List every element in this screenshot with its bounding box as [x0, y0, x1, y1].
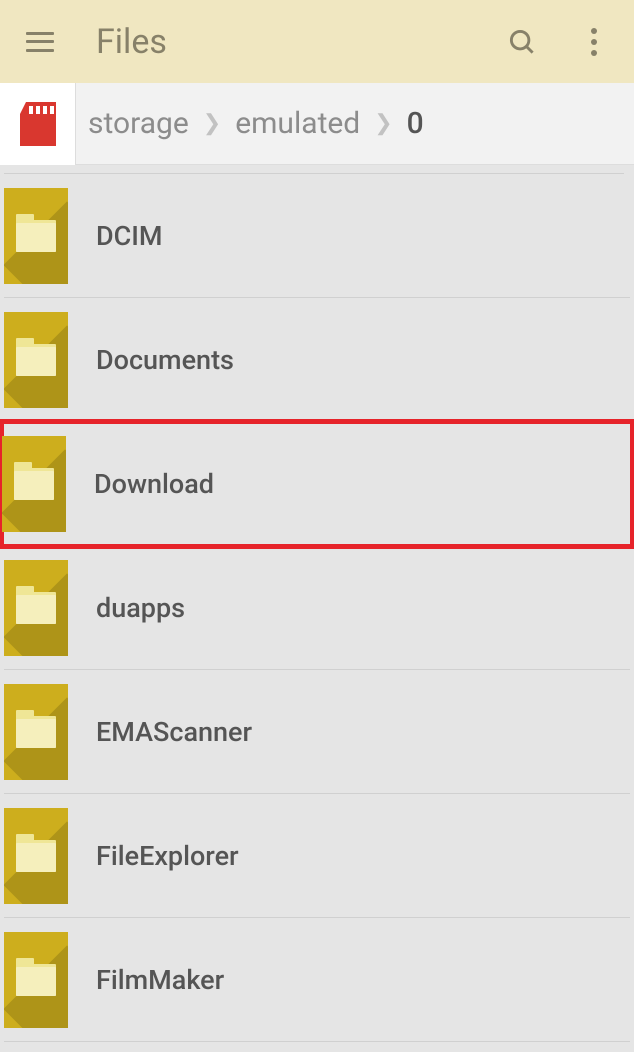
- folder-item[interactable]: duapps: [4, 546, 630, 670]
- folder-icon: [4, 312, 68, 408]
- folder-name: duapps: [96, 592, 185, 624]
- breadcrumb-segment[interactable]: emulated: [235, 106, 360, 141]
- breadcrumb-segment-current: 0: [407, 106, 424, 141]
- folder-icon: [4, 560, 68, 656]
- folder-name: Documents: [96, 344, 234, 376]
- search-button[interactable]: [498, 18, 546, 66]
- folder-icon: [4, 188, 68, 284]
- folder-icon: [4, 808, 68, 904]
- folder-item-highlighted[interactable]: Download: [2, 422, 632, 546]
- chevron-right-icon: ❯: [203, 111, 221, 136]
- folder-name: Download: [94, 468, 214, 500]
- more-vertical-icon: [591, 28, 597, 56]
- folder-item[interactable]: FilmMaker: [4, 918, 630, 1042]
- menu-button[interactable]: [16, 18, 64, 66]
- folder-icon: [4, 684, 68, 780]
- storage-root-button[interactable]: [0, 83, 76, 165]
- folder-name: FilmMaker: [96, 964, 224, 996]
- header-actions: [498, 18, 618, 66]
- app-title: Files: [96, 22, 167, 62]
- more-options-button[interactable]: [570, 18, 618, 66]
- sd-card-icon: [20, 102, 56, 146]
- app-header: Files: [0, 0, 634, 83]
- folder-item[interactable]: FileExplorer: [4, 794, 630, 918]
- folder-icon: [4, 932, 68, 1028]
- breadcrumb-bar: storage ❯ emulated ❯ 0: [0, 83, 634, 165]
- folder-item[interactable]: Documents: [4, 298, 630, 422]
- folder-name: FileExplorer: [96, 840, 239, 872]
- folder-list: DCIM Documents Download duapps EMAScanne…: [0, 165, 634, 1042]
- folder-name: EMAScanner: [96, 716, 252, 748]
- folder-item[interactable]: EMAScanner: [4, 670, 630, 794]
- breadcrumb-segment[interactable]: storage: [88, 106, 189, 141]
- search-icon: [507, 27, 537, 57]
- hamburger-icon: [26, 32, 54, 52]
- folder-icon: [2, 436, 66, 532]
- chevron-right-icon: ❯: [374, 111, 392, 136]
- breadcrumb-path: storage ❯ emulated ❯ 0: [76, 106, 424, 141]
- folder-name: DCIM: [96, 220, 163, 252]
- folder-item[interactable]: DCIM: [4, 174, 630, 298]
